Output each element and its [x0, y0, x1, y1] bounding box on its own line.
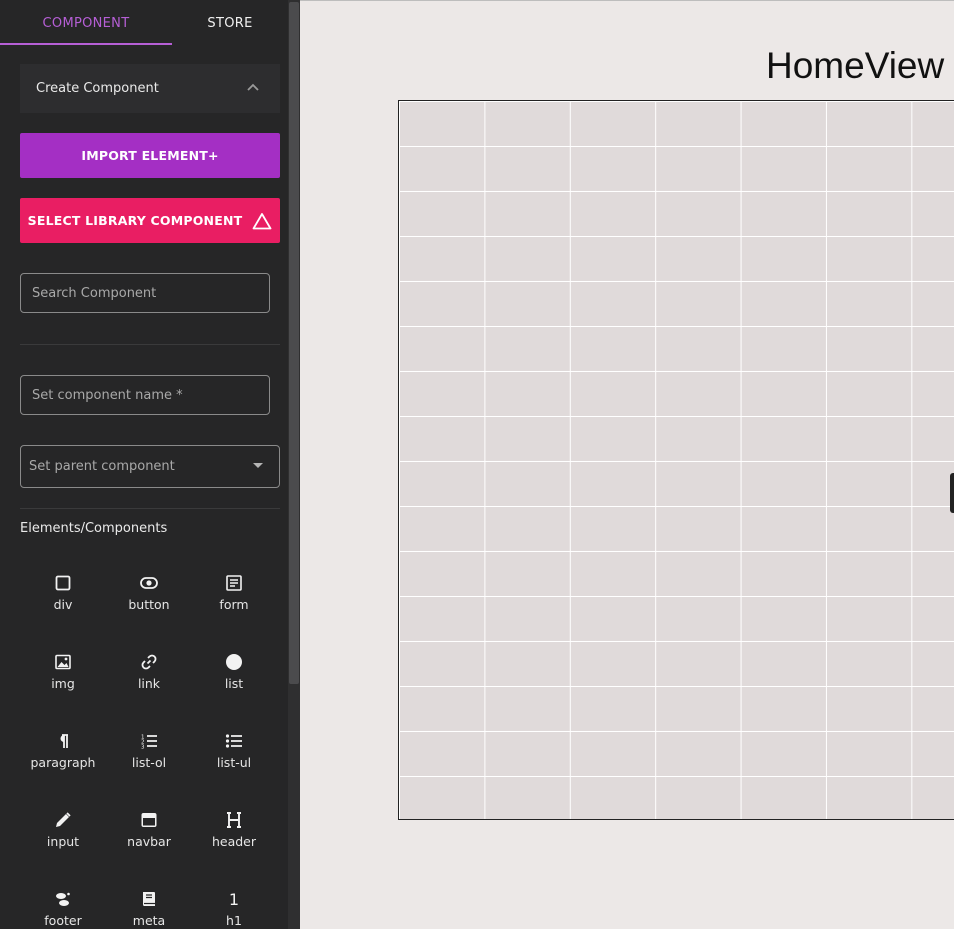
elements-section-title: Elements/Components — [20, 521, 168, 536]
image-icon — [54, 653, 72, 671]
parent-placeholder: Set parent component — [29, 459, 175, 474]
search-component-input[interactable]: Search Component — [20, 273, 270, 313]
unordered-list-icon — [225, 732, 243, 750]
component-name-input[interactable]: Set component name * — [20, 375, 270, 415]
book-icon — [140, 890, 158, 908]
create-component-expander[interactable]: Create Component — [20, 64, 280, 113]
element-input[interactable]: input — [20, 809, 106, 869]
element-label: h1 — [226, 913, 242, 928]
panel-handle[interactable] — [950, 473, 954, 513]
element-footer[interactable]: footer — [20, 888, 106, 929]
element-label: input — [46, 834, 80, 849]
caret-down-icon — [253, 463, 263, 468]
link-icon — [140, 653, 158, 671]
pilcrow-icon — [54, 732, 72, 750]
tab-component[interactable]: COMPONENT — [0, 0, 172, 46]
header-icon — [225, 811, 243, 829]
search-placeholder: Search Component — [32, 285, 157, 301]
active-tab-indicator — [0, 43, 172, 45]
square-outline-icon — [54, 574, 72, 592]
element-label: img — [51, 676, 75, 691]
footprint-icon — [54, 890, 72, 908]
element-navbar[interactable]: navbar — [106, 809, 192, 869]
element-div[interactable]: div — [20, 572, 106, 632]
expander-label: Create Component — [36, 81, 159, 96]
divider — [20, 508, 280, 509]
import-element-label: IMPORT ELEMENT+ — [81, 148, 219, 163]
select-library-component-button[interactable]: SELECT LIBRARY COMPONENT — [20, 198, 280, 243]
element-label: list-ol — [131, 755, 167, 770]
element-label: form — [219, 597, 249, 612]
select-library-label: SELECT LIBRARY COMPONENT — [27, 213, 243, 228]
canvas-title: HomeView — [766, 45, 945, 86]
element-label: list — [224, 676, 244, 691]
import-element-button[interactable]: IMPORT ELEMENT+ — [20, 133, 280, 178]
sidebar-scrollbar-thumb[interactable] — [289, 2, 299, 684]
circle-icon — [225, 653, 243, 671]
element-label: paragraph — [30, 755, 96, 770]
element-list-ul[interactable]: list-ul — [191, 730, 277, 790]
element-list[interactable]: list — [191, 651, 277, 711]
element-img[interactable]: img — [20, 651, 106, 711]
svg-text:3: 3 — [141, 745, 145, 751]
numeral-one-icon: 1 — [228, 889, 240, 909]
element-label: link — [137, 676, 161, 691]
name-placeholder: Set component name * — [32, 387, 183, 403]
navbar-icon — [140, 811, 158, 829]
chevron-up-icon — [247, 83, 259, 91]
form-icon — [225, 574, 243, 592]
element-button[interactable]: button — [106, 572, 192, 632]
element-label: navbar — [127, 834, 171, 849]
canvas-area: HomeView — [300, 0, 954, 929]
toggle-icon — [140, 574, 158, 592]
element-label: div — [53, 597, 73, 612]
element-label: footer — [44, 913, 82, 928]
element-form[interactable]: form — [191, 572, 277, 632]
element-label: header — [211, 834, 257, 849]
element-paragraph[interactable]: paragraph — [20, 730, 106, 790]
element-h1[interactable]: 1 h1 — [191, 888, 277, 929]
warning-triangle-icon — [252, 212, 272, 229]
sidebar: COMPONENT STORE Create Component IMPORT … — [0, 0, 300, 929]
divider — [20, 344, 280, 345]
parent-component-select[interactable]: Set parent component — [20, 445, 280, 488]
element-header[interactable]: header — [191, 809, 277, 869]
ordered-list-icon: 123 — [140, 732, 158, 750]
element-link[interactable]: link — [106, 651, 192, 711]
element-list-ol[interactable]: 123 list-ol — [106, 730, 192, 790]
pencil-icon — [54, 811, 72, 829]
tab-store[interactable]: STORE — [172, 0, 288, 46]
sidebar-tabs: COMPONENT STORE — [0, 0, 288, 46]
element-meta[interactable]: meta — [106, 888, 192, 929]
element-label: list-ul — [216, 755, 252, 770]
element-label: button — [128, 597, 170, 612]
component-grid[interactable] — [398, 100, 954, 820]
element-label: meta — [132, 913, 166, 928]
